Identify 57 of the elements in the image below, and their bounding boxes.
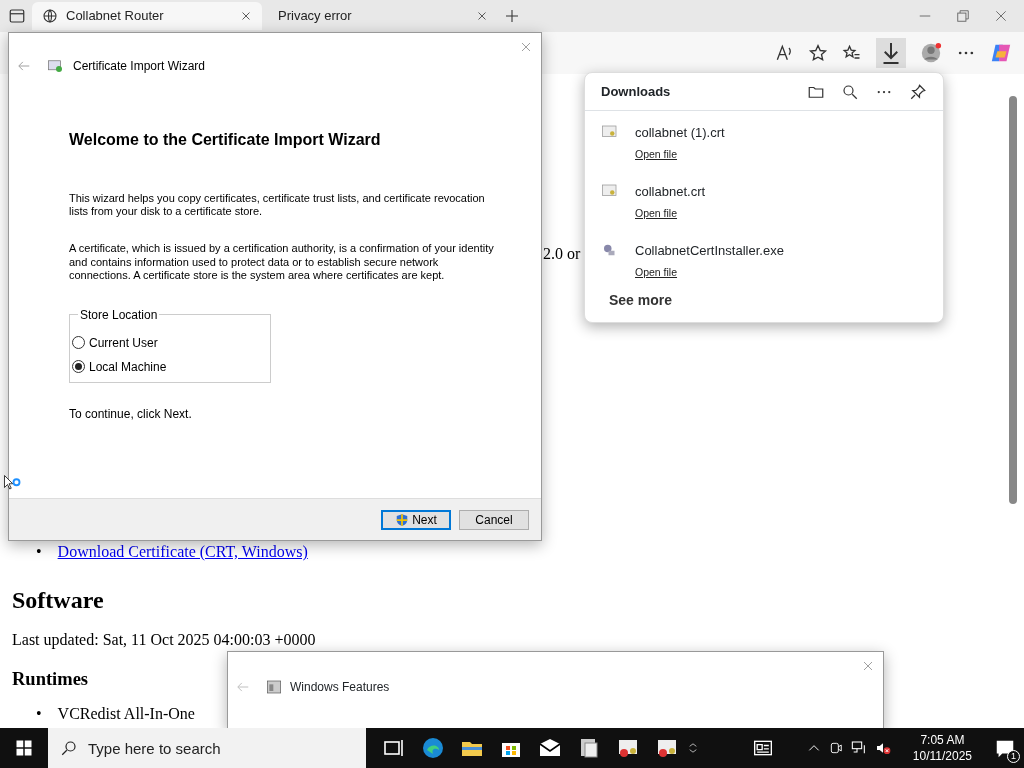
- copilot-icon[interactable]: [990, 42, 1012, 64]
- search-field[interactable]: Type here to search: [48, 728, 366, 768]
- hint-text: To continue, click Next.: [69, 405, 193, 423]
- file-name: collabnet (1).crt: [635, 124, 725, 142]
- download-link[interactable]: Download Certificate (CRT, Windows): [57, 542, 308, 562]
- restore-icon[interactable]: [956, 9, 970, 23]
- list-item: VCRedist All-In-One: [57, 704, 195, 724]
- updated-text: Last updated: Sat, 11 Oct 2025 04:00:03 +0000: [12, 630, 316, 651]
- panel-title: Downloads: [601, 82, 672, 101]
- see-more-link[interactable]: See more: [609, 290, 673, 311]
- browser-icon[interactable]: [420, 736, 445, 760]
- search-icon[interactable]: [841, 82, 859, 101]
- pin-icon[interactable]: [909, 82, 927, 101]
- close-icon[interactable]: [240, 10, 252, 22]
- close-icon[interactable]: [476, 10, 488, 22]
- group-label: Store Location: [79, 306, 159, 324]
- wizard-heading: Welcome to the Certificate Import Wizard: [69, 130, 382, 150]
- radio-option[interactable]: Local Machine: [72, 357, 260, 376]
- bullet-marker: •: [36, 542, 42, 562]
- section-heading: Runtimes: [12, 668, 89, 691]
- open-file-link[interactable]: Open file: [635, 146, 678, 163]
- plus-icon[interactable]: [504, 8, 520, 24]
- read-aloud-icon[interactable]: [774, 43, 794, 63]
- certificate-icon: [47, 57, 65, 75]
- next-button[interactable]: Next: [381, 509, 451, 530]
- search-icon: [60, 739, 78, 757]
- windows-logo-icon[interactable]: [15, 739, 33, 757]
- cancel-button[interactable]: Cancel: [459, 509, 529, 530]
- network-icon[interactable]: [850, 740, 867, 756]
- notification-count: 1: [1007, 750, 1020, 763]
- star-icon[interactable]: [808, 43, 828, 63]
- bullet-marker: •: [36, 704, 42, 724]
- window-title: Certificate Import Wizard: [73, 58, 206, 75]
- close-icon[interactable]: [520, 41, 532, 53]
- download-icon[interactable]: [876, 38, 906, 68]
- radio-option[interactable]: Current User: [72, 333, 260, 352]
- close-icon[interactable]: [862, 660, 874, 672]
- window-icon[interactable]: [8, 7, 26, 25]
- browser-tab[interactable]: Collabnet Router: [32, 2, 262, 30]
- open-file-link[interactable]: Open file: [635, 205, 678, 222]
- section-heading: Software: [12, 586, 104, 615]
- window-icon: [266, 679, 282, 695]
- globe-icon: [42, 8, 58, 24]
- file-name: collabnet.crt: [635, 183, 706, 201]
- clock-time: 7:05 AM: [920, 731, 965, 748]
- description-text: A certificate, which is issued by a certification authority, is a confirmation of your identity and contains information used to protect data or to establish secure network connections. A certificate store is the system area where certificates are kept.: [69, 242, 495, 282]
- open-file-link[interactable]: Open file: [635, 264, 678, 281]
- browser-tab[interactable]: Privacy error: [268, 2, 498, 30]
- description-text: This wizard helps you copy certificates, certificate trust lists, and certificate revocation lists from your disk to a certificate store.: [69, 192, 486, 219]
- file-name: CollabnetCertInstaller.exe: [635, 242, 784, 260]
- clock-date: 10/11/2025: [912, 748, 972, 765]
- window-title: Windows Features: [290, 679, 390, 696]
- avatar-icon[interactable]: [920, 42, 942, 64]
- shield-icon: [395, 512, 410, 527]
- camera-icon[interactable]: [828, 741, 843, 755]
- close-icon[interactable]: [994, 9, 1008, 23]
- body-text: 2.0 or: [543, 244, 581, 264]
